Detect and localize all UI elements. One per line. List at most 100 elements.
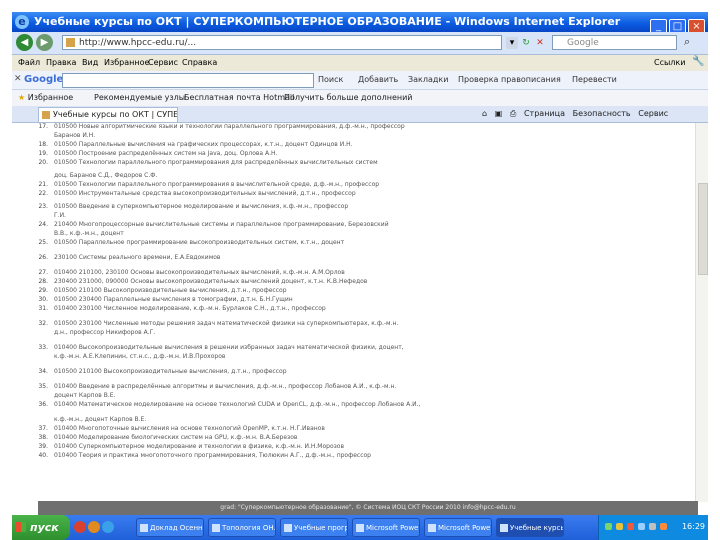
google-search-button[interactable]: Поиск (318, 75, 343, 84)
quicklaunch-icon[interactable] (88, 521, 100, 533)
window-icon (500, 524, 508, 532)
list-item: к.ф.-м.н., доцент Карпов В.Е. (32, 416, 537, 424)
item-number: 24. (38, 221, 48, 228)
cmd-page[interactable]: Страница (524, 109, 565, 118)
taskbar-button-label: Учебные прогр... (294, 524, 347, 532)
scrollbar-thumb[interactable] (698, 183, 708, 275)
back-button[interactable]: ◀ (16, 34, 33, 51)
list-item: 27. 010400 210100, 230100 Основы высокопр… (32, 269, 537, 277)
item-text[interactable]: 010400 Моделирование биологических систе… (54, 434, 297, 441)
list-item: 29. 010500 210100 Высокопроизводительные … (32, 287, 537, 295)
google-bookmarks-button[interactable]: Закладки (408, 75, 448, 84)
item-text[interactable]: Г.И. (54, 212, 66, 219)
item-text[interactable]: 010500 Технологии параллельного программ… (54, 181, 379, 188)
item-text[interactable]: 010400 Высокопроизводительные вычисления… (54, 344, 404, 351)
item-text[interactable]: 230400 231000, 090000 Основы высокопроиз… (54, 278, 367, 285)
item-text[interactable]: 010400 Многопоточные вычисления на основ… (54, 425, 325, 432)
list-item: Баранов И.Н. (32, 132, 537, 140)
menu-view[interactable]: Вид (82, 58, 98, 67)
start-button[interactable]: пуск (12, 515, 70, 540)
tray-icon[interactable] (660, 523, 667, 530)
tray-icon[interactable] (605, 523, 612, 530)
url-input[interactable]: http://www.hpcc-edu.ru/... (62, 35, 502, 50)
item-text[interactable]: доцент Карпов В.Е. (54, 392, 115, 399)
item-text[interactable]: д.н., профессор Никифоров А.Г. (54, 329, 155, 336)
refresh-icon[interactable]: ↻ (520, 37, 532, 49)
menu-tools[interactable]: Сервис (148, 58, 178, 67)
item-text[interactable]: 010500 230400 Параллельные вычисления в … (54, 296, 293, 303)
close-icon[interactable]: ✕ (14, 74, 22, 84)
tray-icon[interactable] (616, 523, 623, 530)
taskbar-button[interactable]: Учебные прогр... (280, 518, 348, 537)
item-text[interactable]: к.ф.-м.н., доцент Карпов В.Е. (54, 416, 146, 423)
home-icon[interactable]: ⌂ (482, 109, 487, 118)
item-text[interactable]: 010500 210100 Высокопроизводительные выч… (54, 368, 287, 375)
menu-favorites[interactable]: Избранное (104, 58, 149, 67)
taskbar-button[interactable]: Доклад Осенн... (136, 518, 204, 537)
fav-item-hotmail[interactable]: Бесплатная почта Hotmail (184, 93, 294, 102)
item-text[interactable]: 210400 Многопроцессорные вычислительные … (54, 221, 389, 228)
links-label[interactable]: Ссылки (654, 58, 685, 67)
quicklaunch-icon[interactable] (102, 521, 114, 533)
forward-button[interactable]: ▶ (36, 34, 53, 51)
cmd-safety[interactable]: Безопасность (573, 109, 631, 118)
menu-help[interactable]: Справка (182, 58, 217, 67)
item-text[interactable]: 010400 230100 Численное моделирование, к… (54, 305, 326, 312)
wrench-icon[interactable]: 🔧 (692, 56, 704, 67)
stop-icon[interactable]: ✕ (534, 37, 546, 49)
feeds-icon[interactable]: ▣ (495, 109, 503, 118)
item-text[interactable]: 010500 230100 Численные методы решения з… (54, 320, 398, 327)
item-number: 27. (38, 269, 48, 276)
fav-item-addons[interactable]: Получить больше дополнений (284, 93, 413, 102)
item-text[interactable]: 010400 Введение в распределённые алгорит… (54, 383, 396, 390)
dropdown-icon[interactable]: ▾ (506, 37, 518, 49)
tray-icon[interactable] (627, 523, 634, 530)
tray-icon[interactable] (638, 523, 645, 530)
item-text[interactable]: 010500 Новые алгоритмические языки и тех… (54, 123, 405, 130)
item-text[interactable]: 230100 Системы реального времени, Е.А.Ев… (54, 254, 220, 261)
item-text[interactable]: 010400 Суперкомпьютерное моделирование и… (54, 443, 344, 450)
taskbar-button[interactable]: Microsoft Power... (424, 518, 492, 537)
google-translate-button[interactable]: Перевести (572, 75, 617, 84)
item-text[interactable]: 010500 Построение распределённых систем … (54, 150, 277, 157)
tray-icon[interactable] (649, 523, 656, 530)
item-text[interactable]: 010500 Параллельное программирование выс… (54, 239, 344, 246)
google-spellcheck-button[interactable]: Проверка правописания (458, 75, 561, 84)
page-icon (42, 111, 50, 119)
vertical-scrollbar[interactable] (695, 123, 708, 502)
search-input[interactable]: Google (552, 35, 677, 50)
item-text[interactable]: доц. Баранов С.Д., Федоров С.Ф. (54, 172, 157, 179)
taskbar-button[interactable]: Учебные курсы... (496, 518, 564, 537)
clock: 16:29 (681, 522, 705, 531)
item-text[interactable]: к.ф.-м.н. А.Е.Клепинин, ст.н.с., д.ф.-м.… (54, 353, 225, 360)
item-number: 20. (38, 159, 48, 166)
item-text[interactable]: 010500 Инструментальные средства высокоп… (54, 190, 356, 197)
google-add-button[interactable]: Добавить (358, 75, 398, 84)
item-text[interactable]: 010400 Математическое моделирование на о… (54, 401, 420, 408)
cmd-tools[interactable]: Сервис (638, 109, 668, 118)
favorites-bar: ★ Избранное Рекомендуемые узлы Бесплатна… (12, 90, 708, 106)
list-item: Г.И. (32, 212, 537, 220)
fav-item-recommended[interactable]: Рекомендуемые узлы (94, 93, 185, 102)
item-text[interactable]: 010500 Введение в суперкомпьютерное моде… (54, 203, 348, 210)
menu-file[interactable]: Файл (18, 58, 40, 67)
item-number: 25. (38, 239, 48, 246)
item-text[interactable]: 010500 210100 Высокопроизводительные выч… (54, 287, 287, 294)
google-search-input[interactable] (62, 73, 314, 88)
course-list: 17. 010500 Новые алгоритмические языки и … (32, 123, 537, 502)
taskbar-button[interactable]: Microsoft Power... (352, 518, 420, 537)
print-icon[interactable]: ⎙ (510, 109, 516, 118)
taskbar-button[interactable]: Топология ОН... (208, 518, 276, 537)
menu-edit[interactable]: Правка (46, 58, 76, 67)
item-text[interactable]: 010400 210100, 230100 Основы высокопроиз… (54, 269, 345, 276)
item-text[interactable]: В.В., к.ф.-м.н., доцент (54, 230, 124, 237)
item-text[interactable]: 010500 Параллельные вычисления на графич… (54, 141, 353, 148)
favorites-button[interactable]: ★ Избранное (18, 93, 73, 102)
window-icon (212, 524, 220, 532)
item-text[interactable]: Баранов И.Н. (54, 132, 95, 139)
tab-current[interactable]: Учебные курсы по ОКТ | СУПЕРКОМПЬЮТЕР... (38, 107, 178, 122)
item-text[interactable]: 010500 Технологии параллельного программ… (54, 159, 378, 166)
quicklaunch-icon[interactable] (74, 521, 86, 533)
item-text[interactable]: 010400 Теория и практика многопоточного … (54, 452, 371, 459)
search-icon[interactable]: ⌕ (684, 35, 690, 49)
